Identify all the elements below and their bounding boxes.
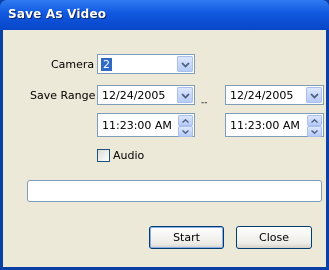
start-time-spin-buttons bbox=[178, 115, 193, 137]
camera-dropdown-button[interactable] bbox=[177, 56, 193, 72]
window-title: Save As Video bbox=[8, 7, 107, 21]
start-date-dropdown-button[interactable] bbox=[177, 87, 193, 103]
start-time-value: 11:23:00 AM bbox=[102, 119, 172, 132]
end-date-value: 12/24/2005 bbox=[230, 89, 294, 102]
audio-label: Audio bbox=[113, 149, 145, 162]
chevron-down-icon bbox=[311, 130, 318, 134]
start-time-down-button[interactable] bbox=[178, 126, 193, 137]
end-time-spin-buttons bbox=[307, 115, 322, 137]
camera-label: Camera bbox=[51, 58, 95, 71]
start-date-picker[interactable]: 12/24/2005 bbox=[97, 85, 195, 105]
export-progress-bar bbox=[27, 180, 322, 202]
audio-checkbox[interactable] bbox=[97, 149, 110, 162]
end-time-down-button[interactable] bbox=[307, 126, 322, 137]
start-time-spinner[interactable]: 11:23:00 AM bbox=[97, 113, 195, 137]
range-separator: -- bbox=[201, 98, 208, 108]
chevron-up-icon bbox=[311, 119, 318, 123]
dialog-body: Camera 2 Save Range 12/24/2005 -- 12/24/… bbox=[3, 30, 326, 267]
close-button[interactable]: Close bbox=[236, 226, 312, 249]
save-range-label: Save Range bbox=[30, 89, 96, 102]
chevron-down-icon bbox=[310, 93, 319, 99]
save-as-video-window: Save As Video Camera 2 Save Range 12/24/… bbox=[0, 0, 329, 270]
title-bar[interactable]: Save As Video bbox=[0, 0, 329, 30]
chevron-down-icon bbox=[182, 130, 189, 134]
end-date-dropdown-button[interactable] bbox=[306, 87, 322, 103]
camera-select[interactable]: 2 bbox=[97, 54, 195, 74]
chevron-up-icon bbox=[182, 119, 189, 123]
end-time-up-button[interactable] bbox=[307, 115, 322, 126]
camera-selected-value: 2 bbox=[101, 58, 112, 71]
end-date-picker[interactable]: 12/24/2005 bbox=[225, 85, 324, 105]
start-date-value: 12/24/2005 bbox=[102, 89, 166, 102]
start-time-up-button[interactable] bbox=[178, 115, 193, 126]
chevron-down-icon bbox=[181, 62, 190, 68]
start-button[interactable]: Start bbox=[149, 226, 224, 249]
end-time-value: 11:23:00 AM bbox=[230, 119, 300, 132]
end-time-spinner[interactable]: 11:23:00 AM bbox=[225, 113, 324, 137]
chevron-down-icon bbox=[181, 93, 190, 99]
